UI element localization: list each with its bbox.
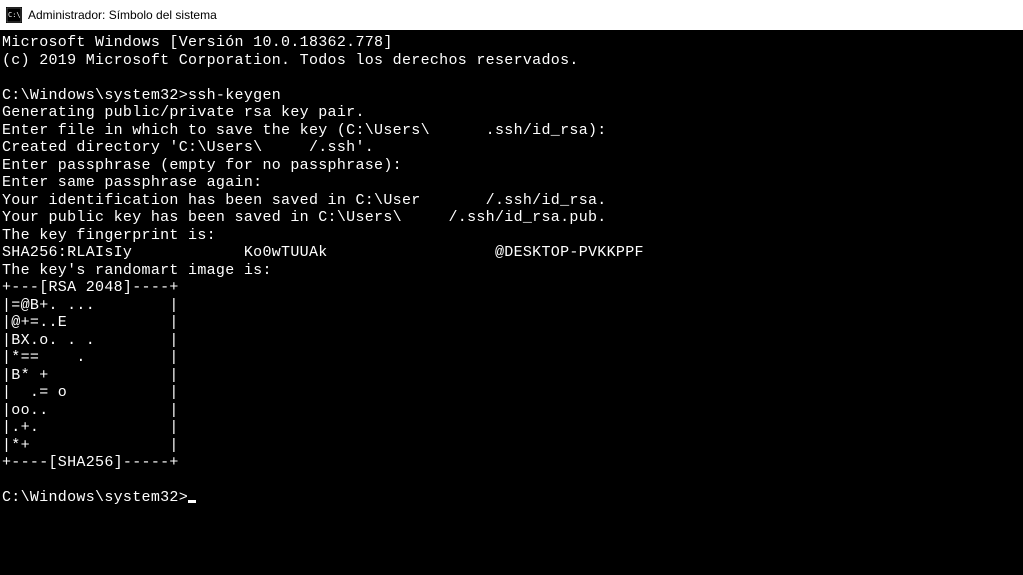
terminal-line: Created directory 'C:\Users\ /.ssh'. xyxy=(2,139,1023,157)
window-titlebar[interactable]: C:\ Administrador: Símbolo del sistema xyxy=(0,0,1023,30)
terminal-line: (c) 2019 Microsoft Corporation. Todos lo… xyxy=(2,52,1023,70)
terminal-line: Microsoft Windows [Versión 10.0.18362.77… xyxy=(2,34,1023,52)
terminal-line: | .= o | xyxy=(2,384,1023,402)
terminal-line: Enter file in which to save the key (C:\… xyxy=(2,122,1023,140)
terminal-line: The key fingerprint is: xyxy=(2,227,1023,245)
terminal-line xyxy=(2,472,1023,490)
terminal-output[interactable]: Microsoft Windows [Versión 10.0.18362.77… xyxy=(0,30,1023,507)
terminal-line xyxy=(2,69,1023,87)
terminal-line: Enter same passphrase again: xyxy=(2,174,1023,192)
window-title: Administrador: Símbolo del sistema xyxy=(28,8,217,22)
terminal-line: |.+. | xyxy=(2,419,1023,437)
terminal-line: |@+=..E | xyxy=(2,314,1023,332)
cmd-icon: C:\ xyxy=(6,7,22,23)
terminal-line: The key's randomart image is: xyxy=(2,262,1023,280)
terminal-line: Generating public/private rsa key pair. xyxy=(2,104,1023,122)
terminal-line: C:\Windows\system32>ssh-keygen xyxy=(2,87,1023,105)
terminal-line: +---[RSA 2048]----+ xyxy=(2,279,1023,297)
terminal-line: |B* + | xyxy=(2,367,1023,385)
terminal-line: C:\Windows\system32> xyxy=(2,489,1023,507)
terminal-line: |*+ | xyxy=(2,437,1023,455)
terminal-line: |*== . | xyxy=(2,349,1023,367)
terminal-line: |=@B+. ... | xyxy=(2,297,1023,315)
terminal-line: SHA256:RLAIsIy Ko0wTUUAk @DESKTOP-PVKKPP… xyxy=(2,244,1023,262)
terminal-line: Your identification has been saved in C:… xyxy=(2,192,1023,210)
svg-text:C:\: C:\ xyxy=(8,11,21,19)
terminal-line: +----[SHA256]-----+ xyxy=(2,454,1023,472)
terminal-line: Your public key has been saved in C:\Use… xyxy=(2,209,1023,227)
terminal-line: Enter passphrase (empty for no passphras… xyxy=(2,157,1023,175)
terminal-line: |BX.o. . . | xyxy=(2,332,1023,350)
cursor xyxy=(188,500,196,503)
terminal-line: |oo.. | xyxy=(2,402,1023,420)
